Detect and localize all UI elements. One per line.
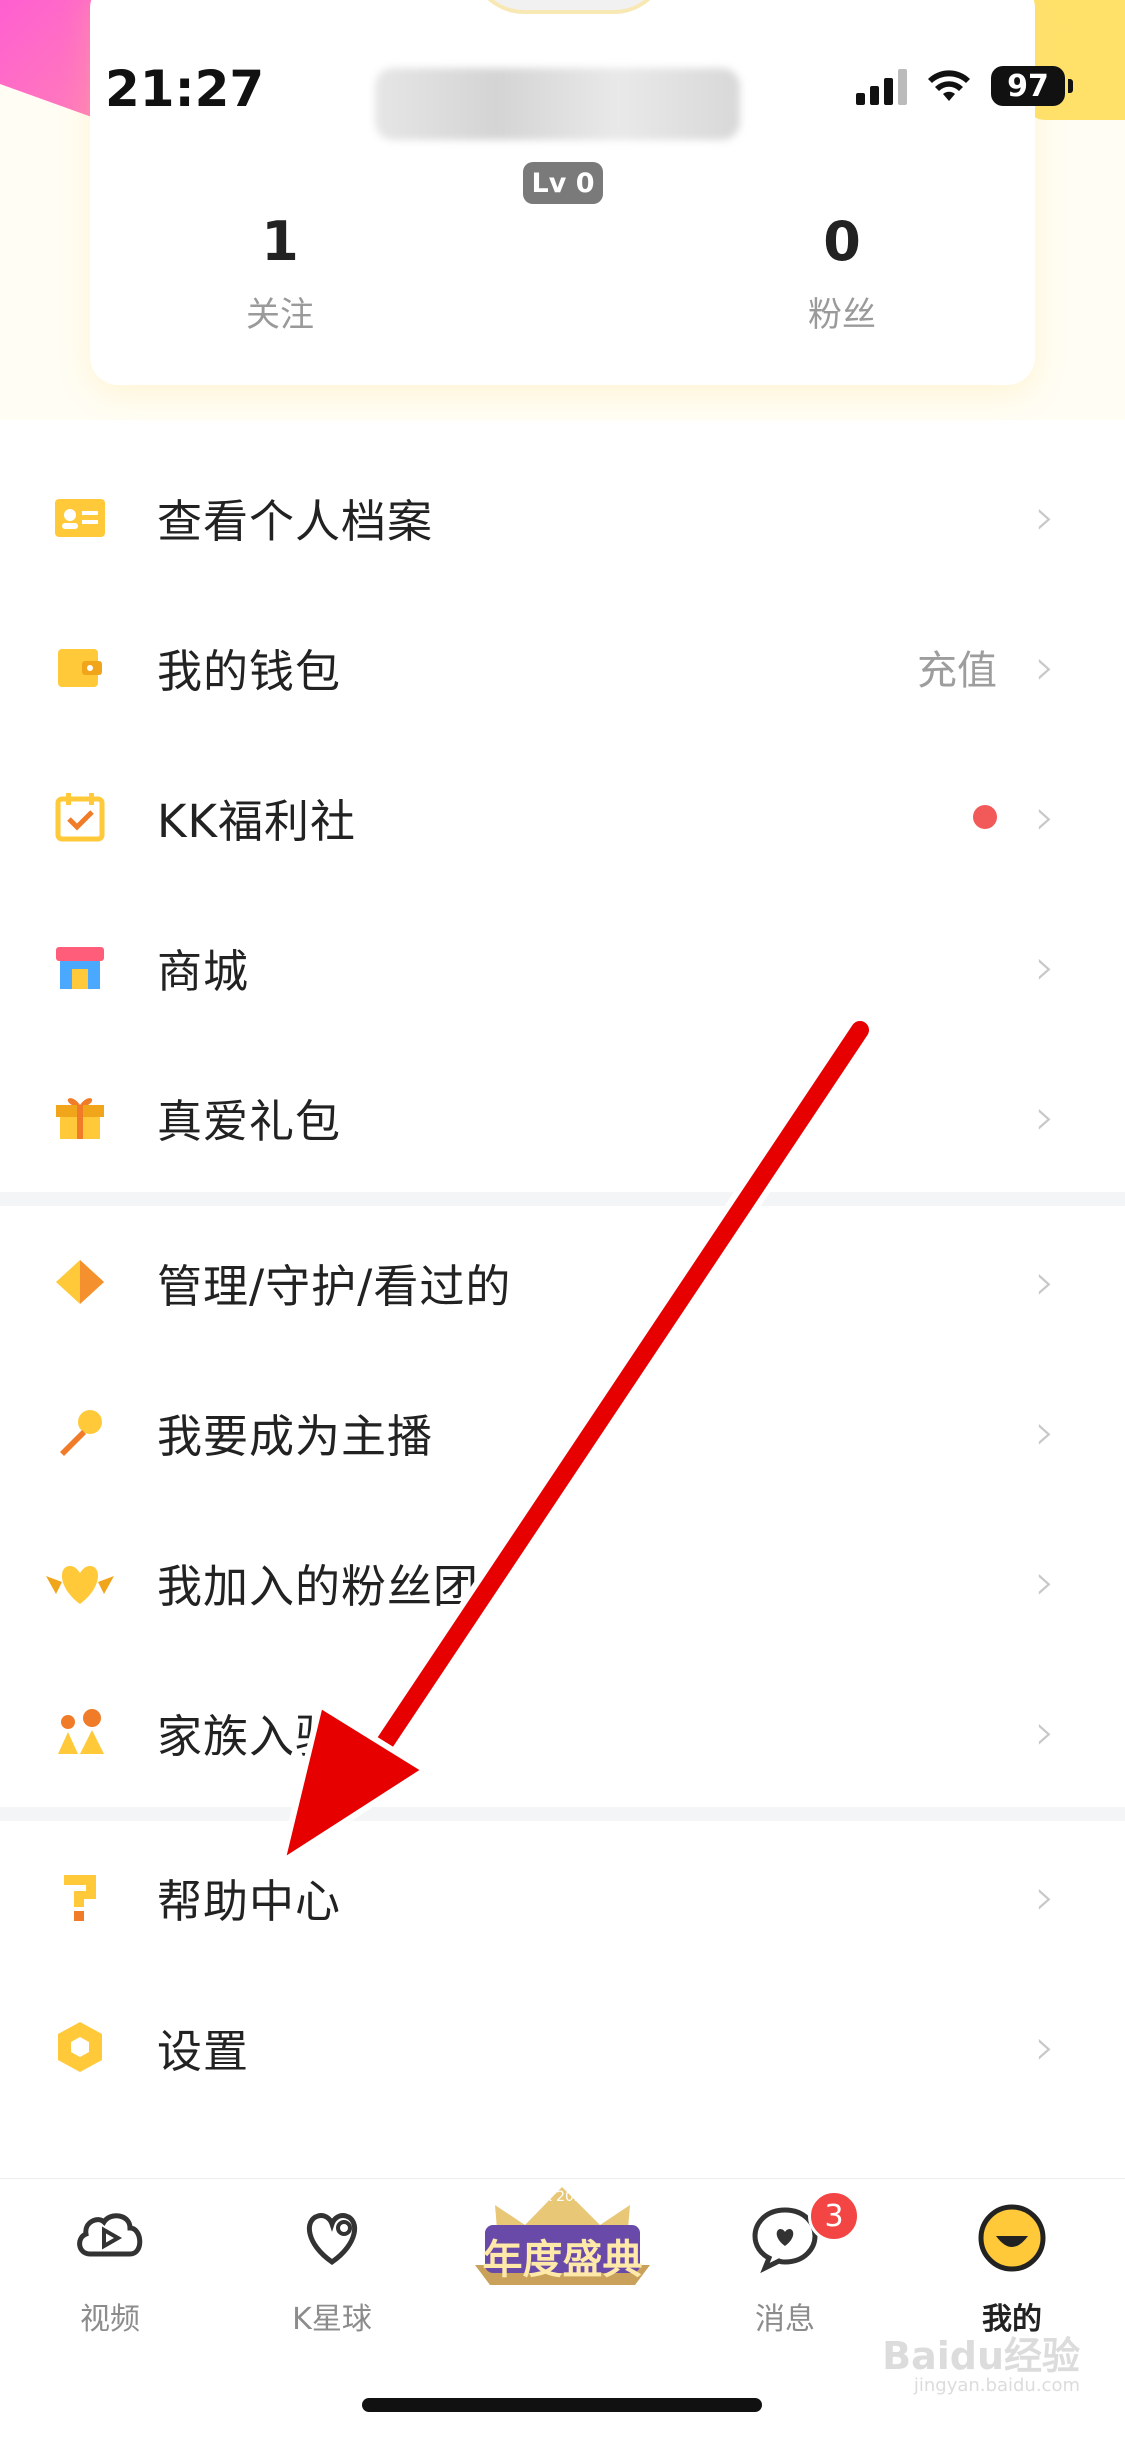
menu-label-fanclub: 我加入的粉丝团 (157, 1559, 480, 1613)
heart-planet-icon (307, 2213, 357, 2266)
chevron-right-icon: › (1035, 488, 1055, 546)
menu-item-fanclub[interactable]: 我加入的粉丝团 › (0, 1507, 1125, 1657)
store-icon (56, 947, 104, 989)
status-time: 21:27 (105, 60, 265, 118)
section-divider (0, 1807, 1125, 1821)
menu-item-profile[interactable]: 查看个人档案 › (0, 442, 1125, 592)
username-blurred (375, 68, 740, 140)
notification-dot (973, 805, 997, 829)
battery-icon: 97 (991, 66, 1073, 106)
menu-item-wallet[interactable]: 我的钱包 充值 › (0, 592, 1125, 742)
watermark-sub: jingyan.baidu.com (913, 2375, 1080, 2396)
microphone-icon (60, 1410, 102, 1456)
chevron-right-icon: › (1035, 1703, 1055, 1761)
menu-item-settings[interactable]: 设置 › (0, 1972, 1125, 2122)
fans-count: 0 (823, 210, 861, 273)
question-icon (64, 1875, 96, 1921)
tab-label-video: 视频 (80, 2302, 140, 2337)
settings-hex-icon (58, 2022, 102, 2072)
chevron-right-icon: › (1035, 788, 1055, 846)
family-icon (58, 1709, 104, 1754)
tab-video[interactable]: 视频 (25, 2198, 195, 2338)
chevron-right-icon: › (1035, 1403, 1055, 1461)
recharge-text[interactable]: 充值 (917, 638, 997, 696)
stat-following[interactable]: 1 关注 (150, 210, 410, 336)
section-divider (0, 1192, 1125, 1206)
level-badge: Lv 0 (523, 162, 603, 204)
heart-wings-icon (46, 1566, 114, 1604)
menu-label-settings: 设置 (157, 2024, 250, 2078)
chevron-right-icon: › (1035, 1868, 1055, 1926)
following-count: 1 (261, 210, 299, 273)
chevron-right-icon: › (1035, 1253, 1055, 1311)
gift-icon (56, 1098, 104, 1139)
menu-label-help: 帮助中心 (157, 1874, 342, 1928)
chevron-right-icon: › (1035, 2018, 1055, 2076)
menu-item-store[interactable]: 商城 › (0, 892, 1125, 1042)
tab-label-kplanet: K星球 (292, 2302, 372, 2337)
tab-me[interactable]: 我的 (927, 2198, 1097, 2338)
menu-label-wallet: 我的钱包 (157, 644, 342, 698)
annual-ceremony-banner[interactable]: KK 2023 年度盛典 (455, 2175, 670, 2295)
chevron-right-icon: › (1035, 638, 1055, 696)
menu-label-manage: 管理/守护/看过的 (157, 1259, 512, 1313)
chevron-right-icon: › (1035, 1088, 1055, 1146)
me-smile-icon (978, 2204, 1046, 2272)
wallet-icon (58, 649, 102, 687)
tab-kplanet[interactable]: K星球 (247, 2198, 417, 2338)
chevron-right-icon: › (1035, 1553, 1055, 1611)
menu-item-streamer[interactable]: 我要成为主播 › (0, 1357, 1125, 1507)
calendar-check-icon (55, 793, 105, 842)
wifi-icon (928, 70, 970, 101)
menu-label-streamer: 我要成为主播 (157, 1409, 434, 1463)
banner-subtitle: KK 2023 (533, 2189, 592, 2205)
following-label: 关注 (246, 295, 314, 335)
tab-label-messages: 消息 (755, 2302, 815, 2337)
chevron-right-icon: › (1035, 938, 1055, 996)
menu-label-store: 商城 (157, 944, 250, 998)
menu-item-welfare[interactable]: KK福利社 › (0, 742, 1125, 892)
status-icons: 97 (856, 66, 1073, 106)
menu-label-family: 家族入驻 (157, 1709, 342, 1763)
menu-label-welfare: KK福利社 (157, 794, 357, 848)
menu-item-family[interactable]: 家族入驻 › (0, 1657, 1125, 1807)
menu-label-gift: 真爱礼包 (157, 1094, 342, 1148)
menu-item-manage[interactable]: 管理/守护/看过的 › (0, 1207, 1125, 1357)
stat-fans[interactable]: 0 粉丝 (712, 210, 972, 336)
menu-item-gift[interactable]: 真爱礼包 › (0, 1042, 1125, 1192)
fans-label: 粉丝 (808, 295, 876, 335)
video-cloud-icon (77, 2213, 143, 2257)
watermark: Baidu经验 (882, 2334, 1080, 2378)
banner-title: 年度盛典 (482, 2237, 643, 2283)
home-indicator[interactable] (362, 2398, 762, 2412)
menu-label-profile: 查看个人档案 (157, 494, 434, 548)
signal-icon (856, 67, 907, 105)
message-badge: 3 (808, 2190, 860, 2242)
diamond-icon (56, 1260, 104, 1304)
menu-item-help[interactable]: 帮助中心 › (0, 1822, 1125, 1972)
profile-card-icon (55, 499, 105, 537)
